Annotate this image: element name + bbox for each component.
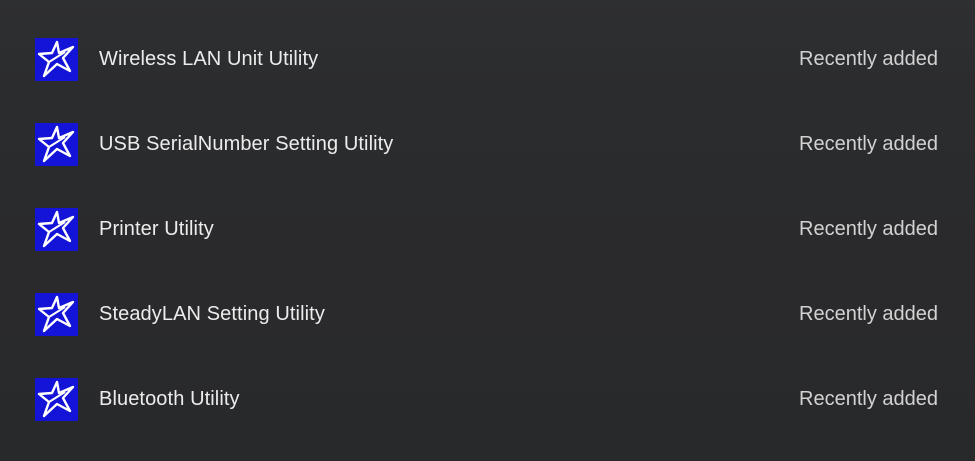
recently-added-label: Recently added bbox=[799, 133, 938, 155]
star-logo-icon bbox=[35, 123, 78, 166]
recently-added-label: Recently added bbox=[799, 218, 938, 240]
star-logo-icon bbox=[35, 38, 78, 81]
app-name: Wireless LAN Unit Utility bbox=[99, 48, 319, 70]
list-item-usb-serialnumber-setting-utility[interactable]: USB SerialNumber Setting Utility Recentl… bbox=[0, 102, 975, 187]
recent-apps-panel: Wireless LAN Unit Utility Recently added… bbox=[0, 0, 975, 461]
list-item-wireless-lan-unit-utility[interactable]: Wireless LAN Unit Utility Recently added bbox=[0, 17, 975, 102]
recently-added-label: Recently added bbox=[799, 303, 938, 325]
list-item-steadylan-setting-utility[interactable]: SteadyLAN Setting Utility Recently added bbox=[0, 272, 975, 357]
star-logo-icon bbox=[35, 208, 78, 251]
list-item-bluetooth-utility[interactable]: Bluetooth Utility Recently added bbox=[0, 357, 975, 442]
recently-added-label: Recently added bbox=[799, 48, 938, 70]
app-name: USB SerialNumber Setting Utility bbox=[99, 133, 394, 155]
star-logo-icon bbox=[35, 293, 78, 336]
star-logo-icon bbox=[35, 378, 78, 421]
app-name: Printer Utility bbox=[99, 218, 214, 240]
app-name: SteadyLAN Setting Utility bbox=[99, 303, 325, 325]
app-name: Bluetooth Utility bbox=[99, 388, 240, 410]
app-list: Wireless LAN Unit Utility Recently added… bbox=[0, 17, 975, 442]
list-item-printer-utility[interactable]: Printer Utility Recently added bbox=[0, 187, 975, 272]
recently-added-label: Recently added bbox=[799, 388, 938, 410]
